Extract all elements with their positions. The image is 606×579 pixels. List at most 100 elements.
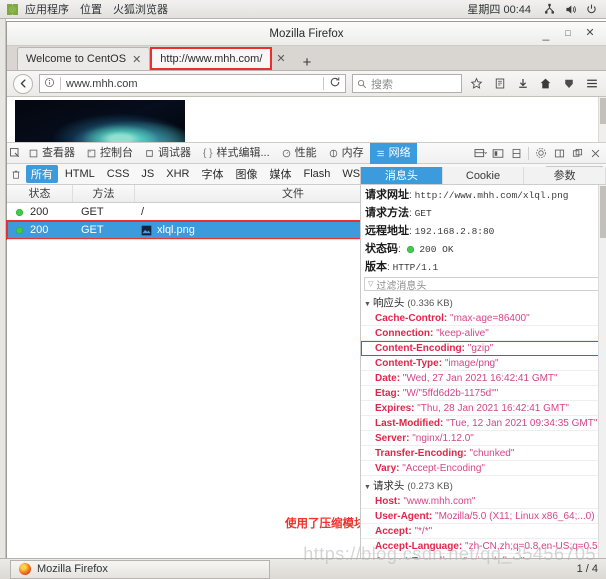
filter-fonts[interactable]: 字体 (197, 165, 229, 183)
browser-tab-mhh[interactable]: http://www.mhh.com/ (150, 47, 273, 70)
dock-side-icon[interactable] (508, 145, 524, 161)
header-row[interactable]: Connection: "keep-alive" (361, 326, 606, 341)
filter-images[interactable]: 图像 (231, 165, 263, 183)
back-arrow-icon[interactable] (13, 73, 33, 94)
header-row-content-encoding[interactable]: Content-Encoding: "gzip" (361, 341, 606, 356)
trash-icon[interactable] (10, 166, 22, 182)
window-minimize-button[interactable]: _ (540, 28, 552, 40)
active-tab-close-area[interactable]: ✕ (272, 47, 293, 70)
close-icon[interactable] (587, 145, 603, 161)
header-row[interactable]: Cache-Control: "max-age=86400" (361, 311, 606, 326)
devtools-tab-label: 网络 (388, 146, 411, 159)
details-tab-cookies[interactable]: Cookie (443, 167, 525, 184)
group-response-headers[interactable]: ▼ 响应头 (0.336 KB) (361, 293, 606, 311)
devtools-tab-performance[interactable]: 性能 (276, 143, 323, 164)
dock-bottom-icon[interactable] (551, 145, 567, 161)
row-method: GET (81, 206, 104, 218)
volume-icon[interactable] (564, 3, 577, 16)
url-text: www.mhh.com (66, 77, 138, 90)
network-icon (376, 150, 384, 156)
shield-icon[interactable] (560, 75, 577, 92)
header-value: "keep-alive" (436, 327, 489, 339)
hamburger-menu-icon[interactable] (583, 75, 600, 92)
settings-gear-icon[interactable] (533, 145, 549, 161)
header-row[interactable]: Last-Modified: "Tue, 12 Jan 2021 09:34:3… (361, 416, 606, 431)
headers-filter-input[interactable]: ▽ 过滤消息头 (364, 277, 603, 292)
header-row[interactable]: Vary: "Accept-Encoding" (361, 461, 606, 476)
window-close-button[interactable]: ✕ (584, 28, 596, 40)
header-row[interactable]: Content-Type: "image/png" (361, 356, 606, 371)
gnome-foot-icon (7, 3, 18, 15)
info-icon[interactable] (44, 77, 55, 91)
url-bar[interactable]: www.mhh.com (39, 74, 346, 93)
header-row[interactable]: Etag: "W/"5ffd6d2b-1175d"" (361, 386, 606, 401)
devtools-tab-memory[interactable]: 内存 (323, 143, 370, 164)
details-tab-params[interactable]: 参数 (524, 167, 606, 184)
header-value: "Mozilla/5.0 (X11; Linux x86_64;...0) Ge (435, 510, 606, 522)
inspector-icon (29, 149, 38, 157)
search-bar[interactable]: 搜索 (352, 74, 462, 93)
reload-icon[interactable] (329, 76, 341, 91)
devtools-tab-console[interactable]: 控制台 (81, 143, 139, 164)
group-title: 请求头 (372, 480, 405, 492)
devtools-tab-debugger[interactable]: 调试器 (139, 143, 197, 164)
devtools-panel: 查看器 控制台 调试器 { } 样式编辑... 性能 内存 网络 所有 HTML… (6, 142, 606, 558)
filter-xhr[interactable]: XHR (161, 167, 194, 181)
detail-key: 请求网址 (365, 188, 409, 201)
responsive-design-icon[interactable] (472, 145, 488, 161)
filter-media[interactable]: 媒体 (265, 165, 297, 183)
details-tab-headers[interactable]: 消息头 (361, 167, 443, 184)
header-row[interactable]: Accept: "*/*" (361, 524, 606, 539)
header-row[interactable]: Accept-Language: "zh-CN,zh;q=0.8,en-US;q… (361, 539, 606, 554)
filter-html[interactable]: HTML (60, 167, 100, 181)
panel-firefox-menu[interactable]: 火狐浏览器 (109, 1, 172, 17)
header-row[interactable]: Host: "www.mhh.com" (361, 494, 606, 509)
power-icon[interactable] (585, 3, 598, 16)
panel-clock[interactable]: 星期四 00:44 (463, 1, 535, 17)
filter-css[interactable]: CSS (102, 167, 135, 181)
tab-close-icon[interactable]: ✕ (276, 52, 285, 65)
network-icon[interactable] (543, 3, 556, 16)
header-row[interactable]: Transfer-Encoding: "chunked" (361, 446, 606, 461)
devtools-tab-inspector[interactable]: 查看器 (23, 143, 81, 164)
filter-all[interactable]: 所有 (25, 165, 58, 183)
filter-flash[interactable]: Flash (299, 167, 336, 181)
workspace-indicator[interactable]: 1 / 4 (577, 563, 606, 575)
taskbar-window-label: Mozilla Firefox (37, 563, 108, 575)
home-icon[interactable] (537, 75, 554, 92)
header-row[interactable]: Server: "nginx/1.12.0" (361, 431, 606, 446)
detail-remote-address: 远程地址: 192.168.2.8:80 (365, 224, 495, 237)
column-header-method[interactable]: 方法 (73, 185, 135, 202)
header-row[interactable]: User-Agent: "Mozilla/5.0 (X11; Linux x86… (361, 509, 606, 524)
taskbar-window-button[interactable]: Mozilla Firefox (10, 559, 270, 579)
detail-value: HTTP/1.1 (392, 262, 439, 273)
reader-icon[interactable] (491, 75, 508, 92)
devtools-tab-label: 性能 (294, 146, 317, 159)
header-value: "Wed, 27 Jan 2021 16:42:41 GMT" (402, 372, 558, 384)
group-request-headers[interactable]: ▼ 请求头 (0.273 KB) (361, 476, 606, 494)
filter-js[interactable]: JS (136, 167, 159, 181)
panel-applications-menu[interactable]: 应用程序 (21, 1, 73, 17)
page-vertical-scrollbar[interactable] (598, 97, 606, 142)
downloads-icon[interactable] (514, 75, 531, 92)
window-maximize-button[interactable]: □ (562, 28, 574, 40)
header-value: "image/png" (444, 357, 499, 369)
panel-places-menu[interactable]: 位置 (76, 1, 106, 17)
header-name: Connection (375, 327, 430, 339)
separate-window-icon[interactable] (569, 145, 585, 161)
header-value: "Accept-Encoding" (402, 462, 485, 474)
new-tab-button[interactable]: + (294, 55, 321, 70)
screenshot-icon[interactable] (490, 145, 506, 161)
column-header-status[interactable]: 状态 (7, 185, 73, 202)
devtools-tab-network[interactable]: 网络 (369, 142, 417, 164)
tab-close-icon[interactable]: ✕ (132, 53, 141, 66)
devtools-tab-style-editor[interactable]: { } 样式编辑... (197, 143, 276, 164)
browser-tab-welcome-to-centos[interactable]: Welcome to CentOS ✕ (17, 47, 151, 70)
pick-element-icon[interactable] (7, 145, 23, 161)
row-method: GET (81, 224, 104, 236)
header-row[interactable]: Date: "Wed, 27 Jan 2021 16:42:41 GMT" (361, 371, 606, 386)
header-value: "W/"5ffd6d2b-1175d"" (402, 387, 499, 399)
bookmark-star-icon[interactable] (468, 75, 485, 92)
details-vertical-scrollbar[interactable] (598, 185, 606, 558)
header-row[interactable]: Expires: "Thu, 28 Jan 2021 16:42:41 GMT" (361, 401, 606, 416)
